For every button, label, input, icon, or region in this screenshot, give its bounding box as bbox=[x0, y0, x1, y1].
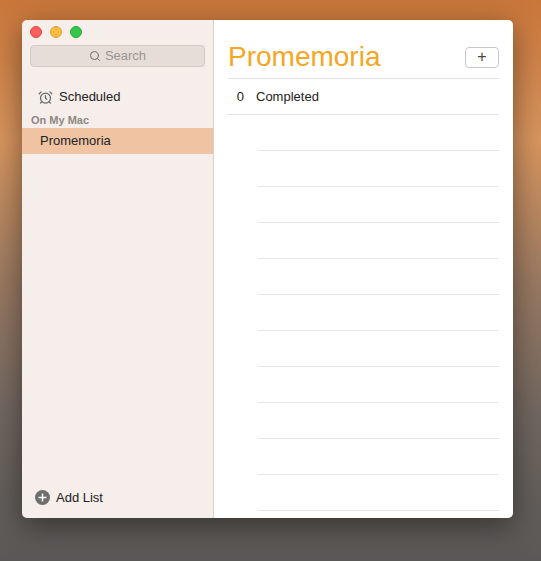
empty-row[interactable] bbox=[258, 187, 499, 223]
desktop: SearchScheduledOn My MacPromemoriaAdd Li… bbox=[0, 0, 541, 561]
add-list-button[interactable]: Add List bbox=[22, 488, 213, 519]
empty-row[interactable] bbox=[258, 475, 499, 511]
empty-row[interactable] bbox=[258, 331, 499, 367]
section-header: On My Mac bbox=[22, 110, 213, 128]
sidebar-item[interactable]: Scheduled bbox=[22, 84, 213, 110]
empty-row[interactable] bbox=[258, 403, 499, 439]
empty-row[interactable] bbox=[258, 115, 499, 151]
close-button[interactable] bbox=[30, 26, 42, 38]
sidebar: Search ScheduledOn My MacPromemoria Add Li… bbox=[22, 20, 214, 518]
zoom-button[interactable] bbox=[70, 26, 82, 38]
search-icon bbox=[89, 50, 101, 62]
minimize-button[interactable] bbox=[50, 26, 62, 38]
window-controls bbox=[22, 20, 213, 38]
reminders-window: SearchScheduledOn My MacPromemoriaAdd Li… bbox=[22, 20, 513, 518]
sidebar-item[interactable]: Promemoria bbox=[22, 128, 213, 154]
empty-row[interactable] bbox=[258, 259, 499, 295]
completed-row[interactable]: 0Completed bbox=[228, 79, 499, 115]
empty-row[interactable] bbox=[258, 439, 499, 475]
search-field[interactable]: Search bbox=[30, 45, 205, 67]
add-reminder-button[interactable]: + bbox=[465, 47, 499, 68]
empty-row[interactable] bbox=[258, 151, 499, 187]
empty-row[interactable] bbox=[258, 295, 499, 331]
empty-row[interactable] bbox=[258, 367, 499, 403]
add-circle-icon bbox=[35, 490, 50, 505]
alarm-clock-icon bbox=[38, 90, 53, 105]
list-title: Promemoria bbox=[228, 40, 380, 74]
empty-row[interactable] bbox=[258, 223, 499, 259]
list-panel: Promemoria +0Completed bbox=[214, 20, 513, 518]
